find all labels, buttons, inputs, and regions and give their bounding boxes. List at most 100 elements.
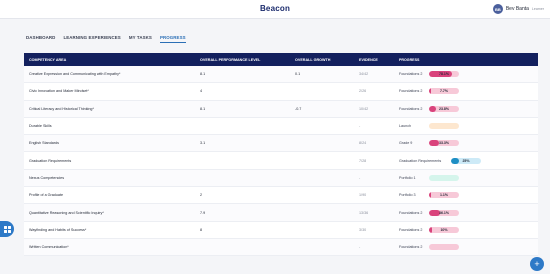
progress-bar: 7.7% — [429, 88, 459, 95]
progress-bar — [429, 174, 459, 181]
header-performance-level: OVERALL PERFORMANCE LEVEL — [200, 57, 261, 62]
competency-area: Creative Expression and Communicating wi… — [29, 72, 121, 77]
progress-percent: 10% — [440, 227, 448, 232]
grid-menu-button[interactable] — [0, 221, 14, 237]
progress-level-label: Foundations 2 — [399, 106, 423, 111]
add-button[interactable]: + — [530, 257, 544, 271]
user-name: Bev Banta — [505, 6, 529, 12]
competency-area: English Standards — [29, 141, 59, 146]
table-body: Creative Expression and Communicating wi… — [24, 66, 538, 257]
progress-percent: 25% — [462, 158, 470, 163]
evidence-count: - — [359, 245, 361, 250]
grid-icon — [3, 225, 11, 233]
top-bar: Beacon BB Bev Banta Learner — [0, 0, 550, 19]
table-row[interactable]: Civic Innovation and Maker Mindset* 4 2/26… — [24, 83, 538, 101]
evidence-count: 3/30 — [359, 227, 367, 232]
progress-level-label: Foundations 2 — [399, 89, 423, 94]
progress-bar: 10% — [429, 226, 459, 233]
progress-bar: 78.1% — [429, 71, 459, 78]
progress-cell: Graduation Requirements 25% — [399, 157, 538, 164]
table-row[interactable]: Durable Skills - Launch — [24, 118, 538, 136]
progress-percent: 78.1% — [439, 72, 449, 77]
progress-level-label: Foundations 2 — [399, 227, 423, 232]
progress-table: COMPETENCY AREA OVERALL PERFORMANCE LEVE… — [24, 53, 538, 257]
table-row[interactable]: Quantitative Reasoning and Scientific In… — [24, 204, 538, 222]
table-row[interactable]: Nexus Competencies - Portfolio 1 — [24, 169, 538, 188]
table-row[interactable]: Profile of a Graduate 2 1/90 Portfolio 3 1.1… — [24, 187, 538, 205]
evidence-count: - — [359, 175, 361, 180]
tab-bar: DASHBOARD LEARNING EXPERIENCES MY TASKS PRO… — [26, 33, 194, 43]
evidence-count: 13/36 — [359, 210, 369, 215]
progress-level-label: Graduation Requirements — [399, 158, 442, 163]
progress-level-label: Foundations 2 — [399, 210, 423, 215]
progress-percent: 7.7% — [440, 89, 448, 94]
header-evidence: EVIDENCE — [359, 57, 378, 62]
user-menu[interactable]: BB Bev Banta Learner — [492, 3, 544, 15]
progress-bar: 33.3% — [429, 140, 459, 147]
progress-percent: 36.1% — [439, 210, 449, 215]
header-competency-area: COMPETENCY AREA — [29, 57, 67, 62]
performance-level: 8.1 — [200, 72, 206, 77]
evidence-count: - — [359, 124, 361, 129]
evidence-count: 7/28 — [359, 158, 367, 163]
header-growth: OVERALL GROWTH — [295, 57, 331, 62]
progress-level-label: Launch — [399, 124, 412, 129]
progress-percent — [429, 175, 459, 181]
progress-cell: Foundations 2 10% — [399, 226, 538, 233]
progress-percent — [429, 123, 459, 129]
table-row[interactable]: Wayfinding and Habits of Success* 8 3/30 Fo… — [24, 222, 538, 239]
progress-percent: 33.3% — [439, 141, 449, 146]
progress-cell: Launch — [399, 123, 538, 130]
performance-level: 2 — [200, 193, 203, 198]
tab-learning-experiences[interactable]: LEARNING EXPERIENCES — [63, 33, 120, 43]
table-row[interactable]: Graduation Requirements 7/28 Graduation Re… — [24, 152, 538, 170]
progress-cell: Foundations 2 23.8% — [399, 105, 538, 112]
evidence-count: 8/24 — [359, 141, 367, 146]
progress-cell: Foundations 2 78.1% — [399, 71, 538, 78]
growth: 0.1 — [295, 72, 301, 77]
progress-cell: Foundations 2 — [399, 244, 538, 251]
evidence-count: 1/90 — [359, 193, 367, 198]
progress-bar — [429, 123, 459, 130]
tab-dashboard[interactable]: DASHBOARD — [26, 33, 55, 43]
avatar[interactable]: BB — [492, 4, 503, 14]
performance-level: 7.9 — [200, 210, 206, 215]
performance-level: 8.1 — [200, 106, 206, 111]
tab-my-tasks[interactable]: MY TASKS — [129, 33, 152, 43]
competency-area: Durable Skills — [29, 124, 52, 129]
evidence-count: 10/42 — [359, 106, 369, 111]
progress-bar — [429, 244, 459, 251]
progress-level-label: Portfolio 3 — [399, 193, 416, 198]
table-row[interactable]: English Standards 3.1 8/24 Grade 9 33.3% — [24, 135, 538, 153]
progress-bar: 25% — [451, 157, 481, 164]
progress-bar: 36.1% — [429, 209, 459, 216]
competency-area: Graduation Requirements — [29, 158, 72, 163]
table-row[interactable]: Written Communication* - Foundations 2 — [24, 238, 538, 257]
competency-area: Nexus Competencies — [29, 175, 65, 180]
evidence-count: 34/42 — [359, 72, 369, 77]
progress-cell: Portfolio 3 1.1% — [399, 192, 538, 199]
evidence-count: 2/26 — [359, 89, 367, 94]
progress-percent: 23.8% — [439, 106, 449, 111]
growth: -0.7 — [295, 106, 302, 111]
competency-area: Critical Literacy and Historical Thinkin… — [29, 106, 94, 111]
table-header: COMPETENCY AREA OVERALL PERFORMANCE LEVE… — [24, 53, 538, 66]
header-progress: PROGRESS — [399, 57, 420, 62]
competency-area: Civic Innovation and Maker Mindset* — [29, 89, 89, 94]
table-row[interactable]: Creative Expression and Communicating wi… — [24, 66, 538, 84]
plus-icon: + — [534, 258, 540, 269]
progress-level-label: Portfolio 1 — [399, 175, 416, 180]
progress-level-label: Grade 9 — [399, 141, 413, 146]
tab-progress[interactable]: PROGRESS — [159, 33, 186, 43]
progress-percent — [429, 244, 459, 250]
performance-level: 3.1 — [200, 141, 206, 146]
performance-level: 8 — [200, 227, 203, 232]
app-title: Beacon — [259, 4, 291, 13]
progress-bar: 1.1% — [429, 192, 459, 199]
table-row[interactable]: Critical Literacy and Historical Thinkin… — [24, 100, 538, 118]
user-role: Learner — [531, 7, 544, 11]
progress-level-label: Foundations 2 — [399, 72, 423, 77]
competency-area: Quantitative Reasoning and Scientific In… — [29, 210, 104, 215]
performance-level: 4 — [200, 89, 203, 94]
progress-cell: Grade 9 33.3% — [399, 140, 538, 147]
